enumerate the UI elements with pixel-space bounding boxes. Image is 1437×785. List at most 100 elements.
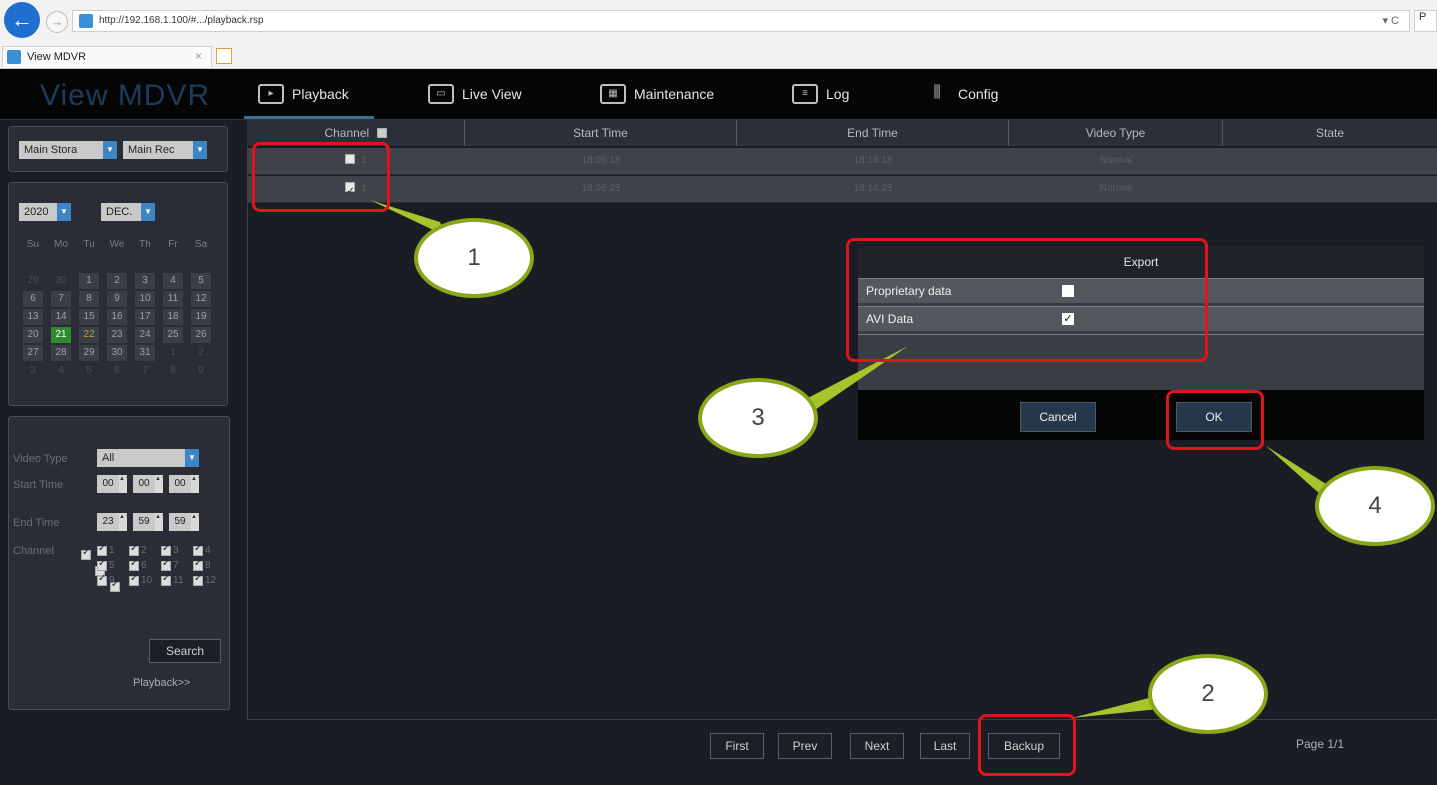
next-page-button[interactable]: Next (850, 733, 904, 759)
calendar-day[interactable]: 17 (135, 309, 155, 325)
search-button[interactable]: Search (149, 639, 221, 663)
calendar-day[interactable]: 15 (79, 309, 99, 325)
year-select[interactable]: 2020 ▼ (19, 203, 71, 221)
back-arrow-icon[interactable]: ← (4, 2, 40, 38)
calendar-day[interactable]: 6 (23, 291, 43, 307)
cancel-button[interactable]: Cancel (1020, 402, 1096, 432)
end-time-input[interactable]: 23 ▲▼ 59 ▲▼ 59 ▲▼ (97, 513, 203, 531)
channel-option[interactable]: 8 (193, 558, 219, 571)
channel-option[interactable]: 6 (129, 558, 155, 571)
storage-select[interactable]: Main Stora ▼ (19, 141, 117, 159)
calendar-day[interactable]: 4 (163, 273, 183, 289)
channel-option[interactable]: 10 (129, 573, 155, 586)
channel-checkbox[interactable] (129, 573, 139, 586)
nav-config[interactable]: ⫼ Config (924, 69, 998, 119)
calendar-day[interactable]: 7 (135, 363, 155, 379)
address-bar[interactable]: http://192.168.1.100/#.../playback.rsp ▾… (72, 10, 1410, 32)
select-all-checkbox[interactable] (376, 128, 387, 138)
spinner-icon[interactable]: ▲▼ (155, 475, 167, 493)
calendar-day[interactable]: 13 (23, 309, 43, 325)
channel-option[interactable]: 1 (97, 543, 123, 556)
calendar-day[interactable]: 31 (135, 345, 155, 361)
channel-checkbox[interactable] (193, 573, 203, 586)
search-box[interactable]: P (1414, 10, 1437, 32)
start-second[interactable]: 00 (169, 475, 191, 493)
calendar-day[interactable]: 25 (163, 327, 183, 343)
calendar-day[interactable]: 28 (51, 345, 71, 361)
channel-checkbox[interactable] (193, 543, 203, 556)
calendar-day[interactable]: 2 (191, 345, 211, 361)
spinner-icon[interactable]: ▲▼ (191, 513, 203, 531)
calendar-day[interactable]: 26 (191, 327, 211, 343)
calendar-day[interactable]: 3 (135, 273, 155, 289)
calendar-day[interactable]: 2 (107, 273, 127, 289)
nav-maintenance[interactable]: ▦ Maintenance (600, 69, 714, 119)
channel-checkbox[interactable] (161, 573, 171, 586)
calendar-day[interactable]: 5 (191, 273, 211, 289)
start-hour[interactable]: 00 (97, 475, 119, 493)
calendar-day[interactable]: 30 (51, 273, 71, 289)
calendar-day[interactable]: 9 (107, 291, 127, 307)
nav-log[interactable]: ≡ Log (792, 69, 849, 119)
channel-checkbox[interactable] (97, 543, 107, 556)
calendar-day[interactable]: 1 (79, 273, 99, 289)
channel-option[interactable]: 5 (97, 558, 123, 571)
calendar-day[interactable]: 10 (135, 291, 155, 307)
nav-playback[interactable]: ▸ Playback (258, 69, 349, 119)
calendar-day[interactable]: 22 (79, 327, 99, 343)
channel-checkbox[interactable] (97, 573, 107, 586)
end-hour[interactable]: 23 (97, 513, 119, 531)
channel-option[interactable]: 7 (161, 558, 187, 571)
video-type-select[interactable]: All ▼ (97, 449, 199, 467)
calendar-day[interactable]: 23 (107, 327, 127, 343)
channel-checkbox[interactable] (193, 558, 203, 571)
channel-checkbox[interactable] (161, 558, 171, 571)
spinner-icon[interactable]: ▲▼ (155, 513, 167, 531)
first-page-button[interactable]: First (710, 733, 764, 759)
refresh-icon[interactable]: ▾ C (1382, 14, 1399, 27)
prev-page-button[interactable]: Prev (778, 733, 832, 759)
calendar-day[interactable]: 11 (163, 291, 183, 307)
calendar-day[interactable]: 29 (79, 345, 99, 361)
start-time-input[interactable]: 00 ▲▼ 00 ▲▼ 00 ▲▼ (97, 475, 203, 493)
calendar-day[interactable]: 8 (79, 291, 99, 307)
channel-option[interactable]: 9 (97, 573, 123, 586)
calendar-day[interactable]: 18 (163, 309, 183, 325)
calendar-day[interactable]: 9 (191, 363, 211, 379)
calendar-day[interactable]: 27 (23, 345, 43, 361)
channel-checkbox[interactable] (129, 558, 139, 571)
calendar-day[interactable]: 4 (51, 363, 71, 379)
calendar-day[interactable]: 30 (107, 345, 127, 361)
calendar-day[interactable]: 1 (163, 345, 183, 361)
channel-option[interactable]: 4 (193, 543, 219, 556)
channel-checkbox[interactable] (129, 543, 139, 556)
calendar-day[interactable]: 6 (107, 363, 127, 379)
table-row[interactable]: 1 18:06:18 18:14:18 Normal (247, 148, 1437, 175)
new-tab-button[interactable] (216, 48, 232, 64)
spinner-icon[interactable]: ▲▼ (191, 475, 203, 493)
channel-option[interactable]: 11 (161, 573, 187, 586)
channel-all-checkbox[interactable] (81, 547, 91, 560)
table-row[interactable]: 1 18:06:28 18:14:28 Normal (247, 176, 1437, 205)
end-minute[interactable]: 59 (133, 513, 155, 531)
calendar-day[interactable]: 20 (23, 327, 43, 343)
channel-option[interactable]: 12 (193, 573, 219, 586)
end-second[interactable]: 59 (169, 513, 191, 531)
calendar-day[interactable]: 12 (191, 291, 211, 307)
channel-checkbox[interactable] (97, 558, 107, 571)
last-page-button[interactable]: Last (920, 733, 970, 759)
browser-tab[interactable]: View MDVR × (2, 46, 212, 67)
calendar-day[interactable]: 3 (23, 363, 43, 379)
nav-live-view[interactable]: ▭ Live View (428, 69, 522, 119)
start-minute[interactable]: 00 (133, 475, 155, 493)
record-select[interactable]: Main Rec ▼ (123, 141, 207, 159)
playback-link[interactable]: Playback>> (133, 677, 190, 689)
calendar-day[interactable]: 16 (107, 309, 127, 325)
spinner-icon[interactable]: ▲▼ (119, 513, 131, 531)
close-tab-icon[interactable]: × (195, 49, 202, 63)
calendar-day[interactable]: 8 (163, 363, 183, 379)
spinner-icon[interactable]: ▲▼ (119, 475, 131, 493)
channel-option[interactable]: 2 (129, 543, 155, 556)
month-select[interactable]: DEC. ▼ (101, 203, 155, 221)
calendar-day[interactable]: 29 (23, 273, 43, 289)
